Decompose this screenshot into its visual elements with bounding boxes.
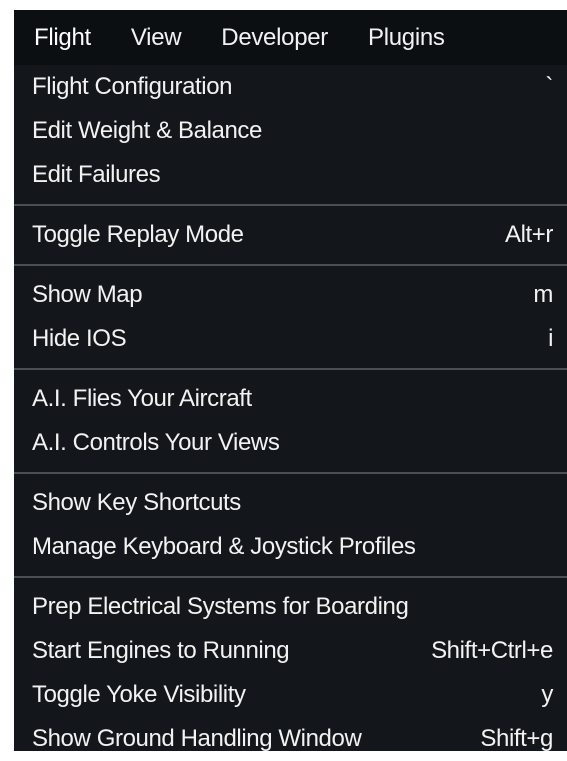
menu-item-shortcut: i: [548, 325, 553, 352]
menu-item-flight-configuration[interactable]: Flight Configuration `: [14, 65, 567, 109]
menu-flight[interactable]: Flight: [18, 10, 111, 65]
menu-item-shortcut: m: [533, 281, 553, 308]
menu-item-edit-weight-balance[interactable]: Edit Weight & Balance: [14, 109, 567, 153]
menu-item-shortcut: `: [545, 73, 553, 100]
menu-item-edit-failures[interactable]: Edit Failures: [14, 153, 567, 197]
flight-dropdown-menu: Flight Configuration ` Edit Weight & Bal…: [14, 65, 567, 761]
menu-item-prep-electrical[interactable]: Prep Electrical Systems for Boarding: [14, 585, 567, 629]
menu-item-show-key-shortcuts[interactable]: Show Key Shortcuts: [14, 481, 567, 525]
menu-item-label: Edit Weight & Balance: [32, 117, 262, 144]
menu-item-label: A.I. Flies Your Aircraft: [32, 385, 252, 412]
menu-item-toggle-yoke[interactable]: Toggle Yoke Visibility y: [14, 673, 567, 717]
menu-item-hide-ios[interactable]: Hide IOS i: [14, 317, 567, 361]
menu-view[interactable]: View: [111, 10, 201, 65]
menu-item-label: Toggle Yoke Visibility: [32, 681, 246, 708]
menu-item-label: Flight Configuration: [32, 73, 233, 100]
menu-item-shortcut: Alt+r: [504, 221, 553, 248]
menu-separator: [14, 472, 567, 474]
menu-item-label: Start Engines to Running: [32, 637, 290, 664]
menu-separator: [14, 264, 567, 266]
app-window: Flight View Developer Plugins Flight Con…: [14, 10, 567, 752]
menu-item-toggle-replay-mode[interactable]: Toggle Replay Mode Alt+r: [14, 213, 567, 257]
menu-item-ground-handling[interactable]: Show Ground Handling Window Shift+g: [14, 717, 567, 761]
menu-item-show-map[interactable]: Show Map m: [14, 273, 567, 317]
menu-item-shortcut: Shift+Ctrl+e: [431, 637, 553, 664]
menu-item-ai-controls-views[interactable]: A.I. Controls Your Views: [14, 421, 567, 465]
menu-item-manage-keyboard-joystick[interactable]: Manage Keyboard & Joystick Profiles: [14, 525, 567, 569]
menu-item-label: Show Map: [32, 281, 143, 308]
menu-item-label: Prep Electrical Systems for Boarding: [32, 593, 409, 620]
menu-item-label: Toggle Replay Mode: [32, 221, 244, 248]
menu-bar: Flight View Developer Plugins: [14, 10, 567, 65]
menu-item-label: Manage Keyboard & Joystick Profiles: [32, 533, 416, 560]
menu-item-start-engines[interactable]: Start Engines to Running Shift+Ctrl+e: [14, 629, 567, 673]
menu-separator: [14, 204, 567, 206]
menu-developer[interactable]: Developer: [201, 10, 348, 65]
menu-item-label: Edit Failures: [32, 161, 161, 188]
menu-item-label: A.I. Controls Your Views: [32, 429, 280, 456]
menu-item-shortcut: Shift+g: [480, 725, 553, 752]
menu-item-label: Show Key Shortcuts: [32, 489, 241, 516]
menu-plugins[interactable]: Plugins: [348, 10, 465, 65]
menu-item-shortcut: y: [541, 681, 553, 708]
menu-item-label: Show Ground Handling Window: [32, 725, 362, 752]
menu-separator: [14, 576, 567, 578]
menu-separator: [14, 368, 567, 370]
menu-item-ai-flies-aircraft[interactable]: A.I. Flies Your Aircraft: [14, 377, 567, 421]
menu-item-label: Hide IOS: [32, 325, 127, 352]
